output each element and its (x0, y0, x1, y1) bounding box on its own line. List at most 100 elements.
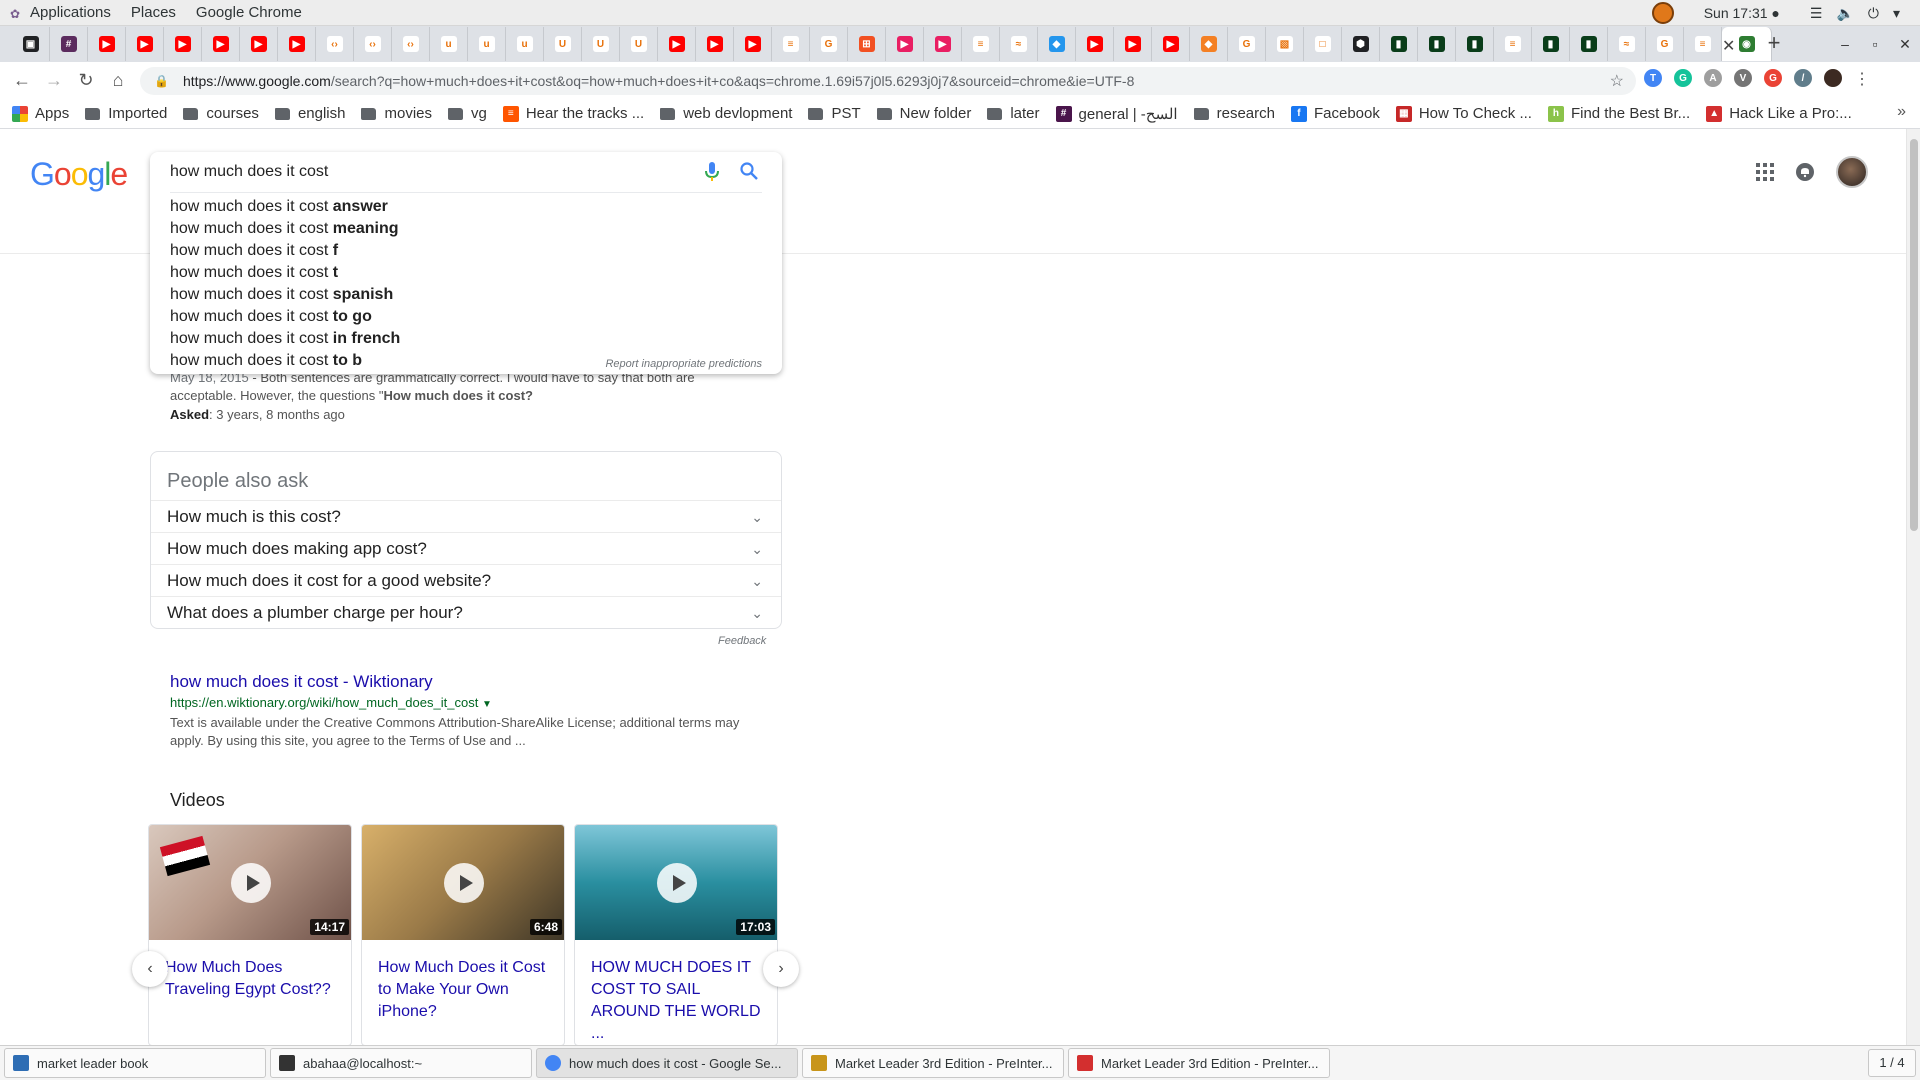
video-thumbnail[interactable]: 17:03 (575, 825, 777, 940)
bookmark-item[interactable]: h Find the Best Br... (1547, 105, 1690, 122)
translate-extension-icon[interactable]: T (1644, 69, 1662, 87)
pinned-tab[interactable]: ≡ (1494, 27, 1532, 61)
pinned-tab[interactable]: ‹› (354, 27, 392, 61)
pinned-tab[interactable]: ⊞ (848, 27, 886, 61)
paa-question[interactable]: How much is this cost? ⌄ (151, 500, 781, 532)
result-title-link[interactable]: how much does it cost - Wiktionary (170, 672, 433, 692)
profile-avatar-icon[interactable] (1824, 69, 1842, 87)
pinned-tab[interactable]: ▶ (658, 27, 696, 61)
pinned-tab[interactable]: ▮ (1418, 27, 1456, 61)
avatar[interactable] (1836, 156, 1868, 188)
bookmark-item[interactable]: # general | -السح (1055, 105, 1178, 123)
bookmark-item[interactable]: research (1193, 105, 1275, 122)
pinned-tab[interactable]: ▶ (1114, 27, 1152, 61)
pumpkin-indicator-icon[interactable] (1651, 2, 1674, 24)
pinned-tab[interactable]: # (50, 27, 88, 61)
pinned-tab[interactable]: ▶ (1076, 27, 1114, 61)
pinned-tab[interactable]: ◆ (1190, 27, 1228, 61)
close-window-button[interactable]: ✕ (1890, 36, 1920, 53)
bookmark-item[interactable]: New folder (876, 105, 971, 122)
pinned-tab[interactable]: ▶ (202, 27, 240, 61)
pinned-tab[interactable]: u (430, 27, 468, 61)
pinned-tab[interactable]: ▮ (1380, 27, 1418, 61)
suggestion-item[interactable]: how much does it cost t (170, 262, 770, 284)
taskbar-window[interactable]: market leader book (4, 1048, 266, 1078)
video-thumbnail[interactable]: 6:48 (362, 825, 564, 940)
video-title-link[interactable]: How Much Does Traveling Egypt Cost?? (165, 957, 345, 1001)
suggestion-item[interactable]: how much does it cost f (170, 240, 770, 262)
search-input[interactable] (170, 160, 670, 184)
pinned-tab[interactable]: ▶ (886, 27, 924, 61)
pinned-tab[interactable]: u (506, 27, 544, 61)
power-icon[interactable]: ⏻ (1868, 5, 1879, 22)
taskbar-window[interactable]: Market Leader 3rd Edition - PreInter... (1068, 1048, 1330, 1078)
bookmark-item[interactable]: PST (808, 105, 861, 122)
carousel-prev-button[interactable]: ‹ (132, 951, 168, 987)
video-title-link[interactable]: How Much Does it Cost to Make Your Own i… (378, 957, 558, 1023)
pinned-tab[interactable]: ▧ (1266, 27, 1304, 61)
suggestion-item[interactable]: how much does it cost in french (170, 328, 770, 350)
video-card[interactable]: 17:03 HOW MUCH DOES IT COST TO SAIL AROUN… (574, 824, 778, 1045)
workspace-switcher[interactable]: 1 / 4 (1868, 1049, 1916, 1077)
pinned-tab[interactable]: G (1228, 27, 1266, 61)
reload-button[interactable]: ↻ (70, 70, 102, 91)
suggestion-item[interactable]: how much does it cost answer (170, 196, 770, 218)
search-icon[interactable] (740, 162, 758, 180)
suggestion-item[interactable]: how much does it cost to go (170, 306, 770, 328)
taskbar-window[interactable]: Market Leader 3rd Edition - PreInter... (802, 1048, 1064, 1078)
pinned-tab[interactable]: ▶ (240, 27, 278, 61)
bookmark-item[interactable]: ≡ Hear the tracks ... (502, 105, 644, 122)
google-logo[interactable]: Google (30, 156, 128, 193)
new-tab-button[interactable]: + (1760, 30, 1788, 56)
bookmark-item[interactable]: ▦ How To Check ... (1395, 105, 1532, 122)
pinned-tab[interactable]: ▶ (126, 27, 164, 61)
forward-button[interactable]: → (38, 70, 70, 91)
taskbar-window[interactable]: how much does it cost - Google Se... (536, 1048, 798, 1078)
badge-extension-icon[interactable]: G (1764, 69, 1782, 87)
home-button[interactable]: ⌂ (102, 70, 134, 91)
play-icon[interactable] (657, 863, 697, 903)
result-url-text[interactable]: https://en.wiktionary.org/wiki/how_much_… (170, 695, 478, 710)
bookmark-item[interactable]: f Facebook (1290, 105, 1380, 122)
pinned-tab[interactable]: u (468, 27, 506, 61)
page-scrollbar[interactable] (1906, 129, 1920, 1045)
pinned-tab[interactable]: ▶ (88, 27, 126, 61)
pinned-tab[interactable]: G (810, 27, 848, 61)
feedback-link[interactable]: Feedback (718, 635, 766, 647)
pinned-tab[interactable]: ▣ (12, 27, 50, 61)
taskbar-window[interactable]: abahaa@localhost:~ (270, 1048, 532, 1078)
menu-kebab-icon[interactable]: ⋮ (1854, 69, 1870, 89)
bookmark-item[interactable]: Imported (85, 105, 167, 122)
wifi-icon[interactable]: ☰ (1810, 5, 1823, 22)
chevron-down-icon[interactable]: ▾ (1893, 5, 1900, 22)
bookmark-item[interactable]: vg (448, 105, 487, 122)
bookmark-item[interactable]: later (987, 105, 1040, 122)
tab-close-icon[interactable]: ✕ (1722, 36, 1735, 56)
pinned-tab[interactable]: ▮ (1456, 27, 1494, 61)
bookmark-item[interactable]: web devlopment (660, 105, 792, 122)
app-menu[interactable]: Google Chrome (186, 0, 312, 26)
paa-question[interactable]: What does a plumber charge per hour? ⌄ (151, 596, 781, 628)
back-button[interactable]: ← (6, 70, 38, 91)
bookmark-item[interactable]: english (274, 105, 345, 122)
suggestion-item[interactable]: how much does it cost spanish (170, 284, 770, 306)
eyedropper-extension-icon[interactable]: / (1794, 69, 1812, 87)
pinned-tab[interactable]: ‹› (392, 27, 430, 61)
pinned-tab[interactable]: ≡ (1684, 27, 1722, 61)
pinned-tab[interactable]: ▶ (1152, 27, 1190, 61)
adblock-extension-icon[interactable]: A (1704, 69, 1722, 87)
carousel-next-button[interactable]: › (763, 951, 799, 987)
video-card[interactable]: 6:48 How Much Does it Cost to Make Your O… (361, 824, 565, 1045)
pinned-tab[interactable]: □ (1304, 27, 1342, 61)
bookmark-item[interactable]: movies (361, 105, 432, 122)
clock[interactable]: Sun 17:31 ● (1704, 5, 1780, 21)
bookmark-item[interactable]: Apps (12, 105, 69, 122)
pinned-tab[interactable]: ‹› (316, 27, 354, 61)
play-icon[interactable] (444, 863, 484, 903)
lock-icon[interactable]: 🔒 (154, 74, 169, 88)
bookmark-star-icon[interactable]: ☆ (1610, 71, 1624, 91)
pinned-tab[interactable]: U (620, 27, 658, 61)
maximize-button[interactable]: ▫ (1860, 36, 1890, 52)
microphone-icon[interactable] (705, 162, 719, 182)
scrollbar-thumb[interactable] (1910, 139, 1918, 531)
